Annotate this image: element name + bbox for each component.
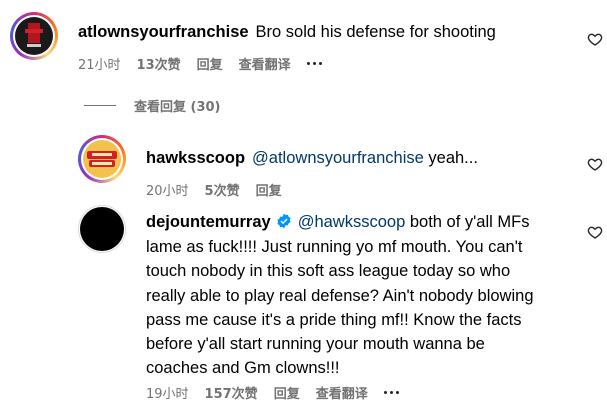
- like-count[interactable]: 157次赞: [205, 383, 258, 402]
- timestamp[interactable]: 19小时: [146, 383, 189, 402]
- comment-text-line: coaches and Gm clowns!!!: [146, 359, 340, 377]
- view-replies-row[interactable]: 查看回复 (30): [84, 96, 221, 115]
- avatar[interactable]: [10, 12, 58, 60]
- comment-text-line: before y'all start running your mouth wa…: [146, 335, 485, 353]
- username[interactable]: hawksscoop: [146, 149, 245, 167]
- heart-icon[interactable]: [587, 224, 603, 240]
- comment-text-line: pass me cause it's a pride thing mf!! Kn…: [146, 311, 522, 329]
- heart-icon[interactable]: [587, 156, 603, 172]
- atl-logo-icon: [25, 23, 43, 47]
- comment-text-line: touch nobody in this soft ass league tod…: [146, 262, 511, 280]
- comment-text-line: lame as fuck!!!! Just running yo mf mout…: [146, 238, 523, 256]
- comment-text: Bro sold his defense for shooting: [255, 23, 496, 41]
- avatar[interactable]: [78, 135, 126, 183]
- reply-button[interactable]: 回复: [274, 383, 300, 402]
- comment-meta: 19小时 157次赞 回复 查看翻译: [146, 383, 415, 402]
- reply-button[interactable]: 回复: [197, 54, 223, 73]
- heart-icon[interactable]: [587, 31, 603, 47]
- more-options-icon[interactable]: [383, 391, 399, 394]
- comment-text: yeah...: [428, 149, 478, 167]
- comment-meta: 20小时 5次赞 回复: [146, 180, 298, 199]
- comment-text-line: really able to play real defense? Ain't …: [146, 287, 534, 305]
- hawksscoop-logo-icon: [87, 151, 117, 167]
- comment-meta: 21小时 13次赞 回复 查看翻译: [78, 54, 338, 73]
- timestamp[interactable]: 21小时: [78, 54, 121, 73]
- like-count[interactable]: 13次赞: [137, 54, 181, 73]
- comment-body: hawksscoop @atlownsyourfranchise yeah...: [146, 146, 478, 170]
- translate-button[interactable]: 查看翻译: [316, 383, 368, 402]
- divider: [84, 105, 116, 106]
- mention-link[interactable]: @hawksscoop: [298, 213, 406, 231]
- like-count[interactable]: 5次赞: [205, 180, 240, 199]
- username[interactable]: dejountemurray: [146, 213, 271, 231]
- username[interactable]: atlownsyourfranchise: [78, 23, 249, 41]
- reply-button[interactable]: 回复: [256, 180, 282, 199]
- translate-button[interactable]: 查看翻译: [239, 54, 291, 73]
- verified-badge-icon: [277, 213, 291, 229]
- comment-body: atlownsyourfranchise Bro sold his defense…: [78, 20, 496, 44]
- comment-text-line: both of y'all MFs: [409, 213, 530, 231]
- timestamp[interactable]: 20小时: [146, 180, 189, 199]
- more-options-icon[interactable]: [306, 62, 322, 65]
- avatar[interactable]: [78, 205, 126, 253]
- view-replies-button[interactable]: 查看回复 (30): [134, 96, 221, 115]
- mention-link[interactable]: @atlownsyourfranchise: [252, 149, 424, 167]
